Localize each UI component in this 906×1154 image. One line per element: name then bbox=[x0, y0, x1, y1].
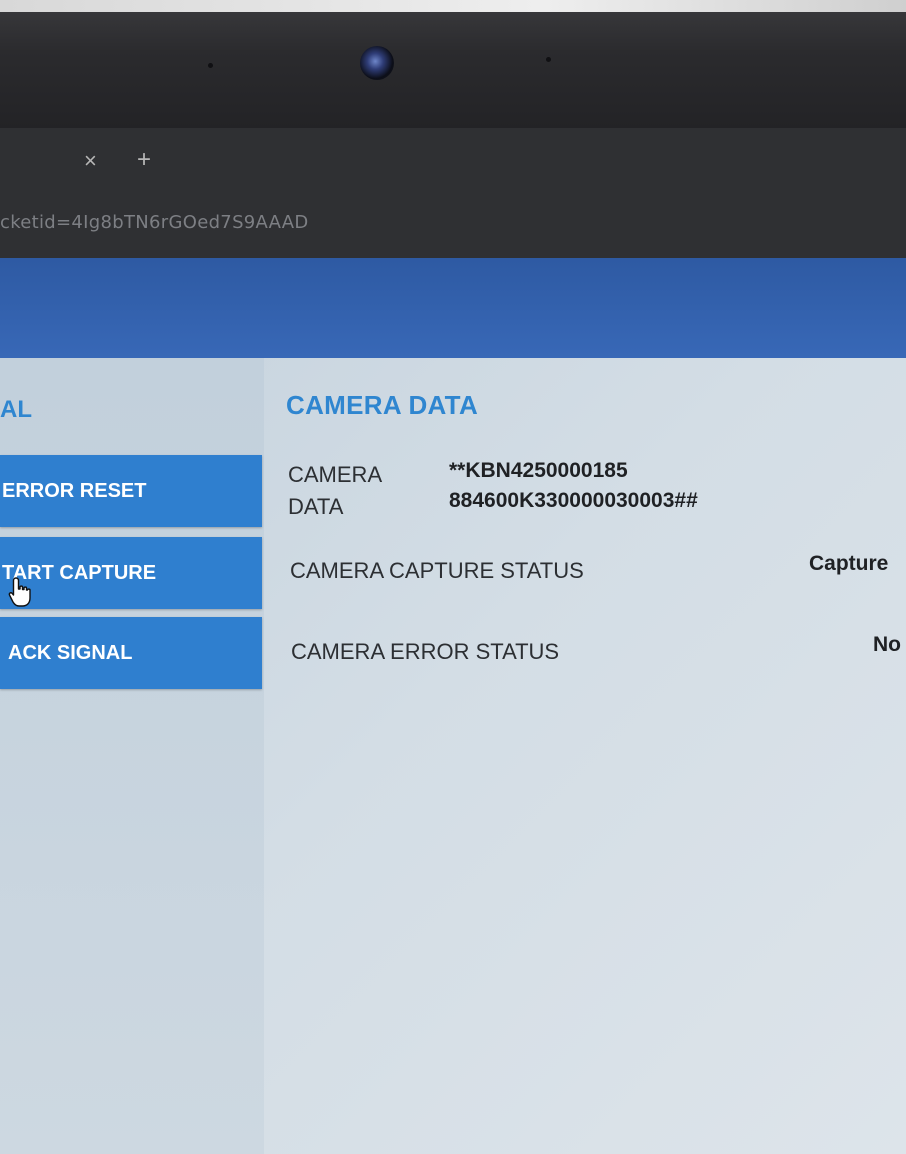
address-bar-url[interactable]: cketid=4Ig8bTN6rGOed7S9AAAD bbox=[0, 212, 309, 233]
hand-pointer-icon bbox=[8, 577, 31, 607]
laptop-bezel bbox=[0, 0, 906, 128]
error-status-value: No bbox=[873, 633, 901, 656]
error-reset-button[interactable]: ERROR RESET bbox=[0, 455, 262, 527]
capture-status-value: Capture bbox=[809, 552, 889, 575]
plus-icon[interactable]: + bbox=[137, 146, 151, 174]
error-status-label: CAMERA ERROR STATUS bbox=[291, 639, 560, 664]
start-capture-button[interactable]: TART CAPTURE bbox=[0, 537, 262, 609]
browser-toolbar bbox=[0, 128, 906, 261]
camera-data-value-line2: 884600K330000030003## bbox=[449, 489, 698, 512]
close-icon[interactable]: × bbox=[84, 148, 97, 174]
camera-data-label-line1: CAMERA bbox=[288, 462, 383, 487]
signal-panel-title: AL bbox=[0, 396, 32, 423]
app-header bbox=[0, 258, 906, 358]
bezel-edge bbox=[0, 0, 906, 12]
camera-data-value-line1: **KBN4250000185 bbox=[449, 459, 628, 482]
camera-data-title: CAMERA DATA bbox=[286, 390, 479, 420]
error-reset-label: ERROR RESET bbox=[2, 480, 147, 502]
ack-signal-button[interactable]: ACK SIGNAL bbox=[0, 617, 262, 689]
ack-signal-label: ACK SIGNAL bbox=[8, 642, 133, 664]
webcam-icon bbox=[360, 46, 394, 80]
sensor-dot-right bbox=[546, 57, 551, 62]
camera-data-label-line2: DATA bbox=[288, 494, 344, 519]
sensor-dot-left bbox=[208, 63, 213, 68]
capture-status-label: CAMERA CAPTURE STATUS bbox=[290, 558, 584, 583]
